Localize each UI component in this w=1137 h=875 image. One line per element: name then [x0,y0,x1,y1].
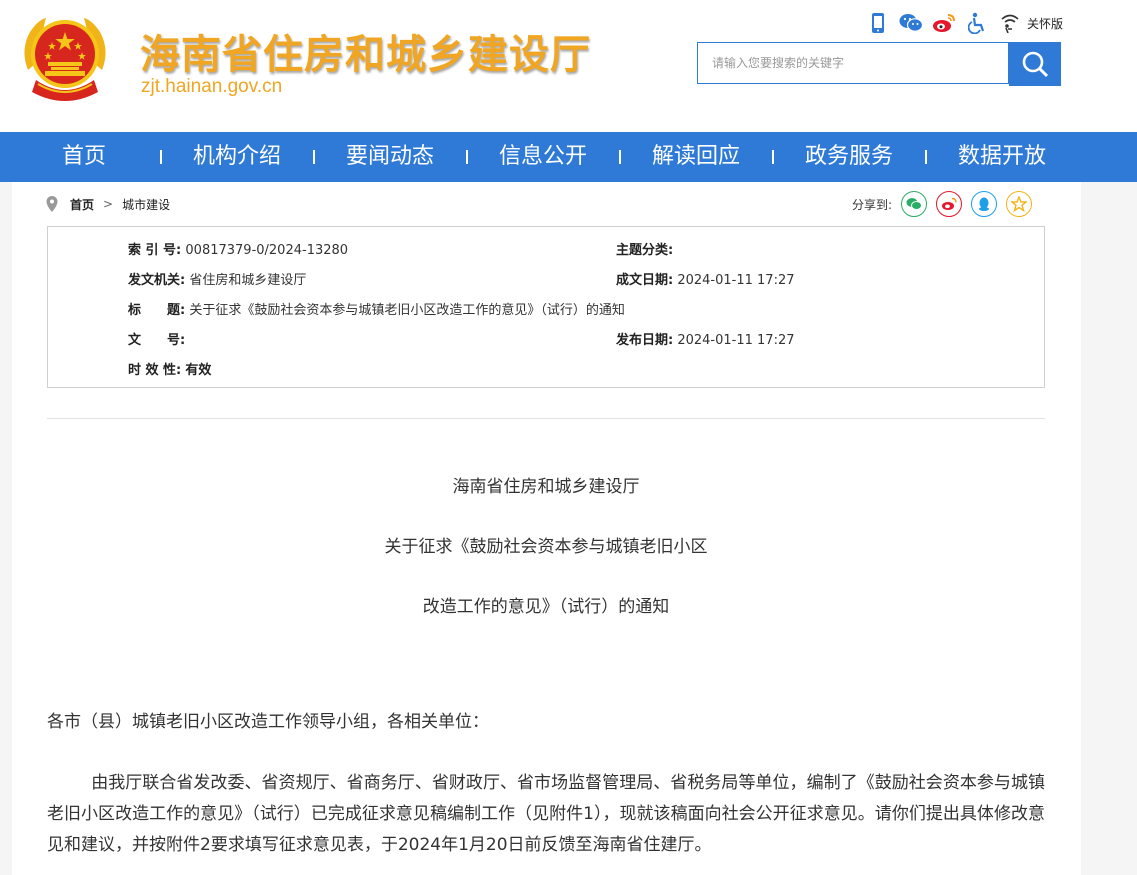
nav-separator [160,150,162,164]
search-icon [1022,51,1049,78]
share-qq-icon[interactable] [971,191,998,217]
meta-created-row: 成文日期: 2024-01-11 17:27 [616,269,795,288]
share-favorite-icon[interactable] [1006,191,1033,217]
doc-title-line-1: 关于征求《鼓励社会资本参与城镇老旧小区 [384,537,708,557]
meta-category-row: 主题分类: [616,239,673,258]
nav-disclosure[interactable]: 信息公开 [499,132,587,182]
nav-news[interactable]: 要闻动态 [346,132,434,182]
document-metadata-table: 索 引 号: 00817379-0/2024-13280 主题分类: 发文机关:… [47,226,1045,388]
elder-care-icon[interactable] [998,11,1022,35]
share-weibo-icon[interactable] [936,191,963,217]
site-title[interactable]: 海南省住房和城乡建设厅 [140,22,591,80]
search-button[interactable] [1009,42,1061,86]
section-divider [47,418,1045,419]
search-box [697,42,1009,84]
breadcrumb-arrow: > [103,197,114,211]
main-nav: 首页 机构介绍 要闻动态 信息公开 解读回应 政务服务 数据开放 [0,132,1137,182]
meta-title-value: 关于征求《鼓励社会资本参与城镇老旧小区改造工作的意见》（试行）的通知 [189,303,625,318]
national-emblem-logo[interactable] [18,10,112,110]
nav-separator [772,150,774,164]
breadcrumb-current[interactable]: 城市建设 [122,196,170,213]
care-mode-link[interactable]: 关怀版 [1027,15,1063,32]
wechat-icon[interactable] [899,11,923,35]
nav-interpretation[interactable]: 解读回应 [652,132,740,182]
search-input[interactable] [710,43,1004,83]
meta-created-label: 成文日期: [616,273,674,288]
doc-body-paragraph: 由我厅联合省发改委、省资规厅、省商务厅、省财政厅、省市场监督管理局、省税务局等单… [47,773,1045,855]
weibo-icon[interactable] [932,11,956,35]
nav-about[interactable]: 机构介绍 [193,132,281,182]
meta-issuer-value: 省住房和城乡建设厅 [189,273,307,288]
meta-docno-label: 文 号: [128,333,186,348]
meta-title-row: 标 题: 关于征求《鼓励社会资本参与城镇老旧小区改造工作的意见》（试行）的通知 [128,299,625,318]
meta-category-label: 主题分类: [616,243,674,258]
meta-published-label: 发布日期: [616,333,674,348]
doc-salutation: 各市（县）城镇老旧小区改造工作领导小组，各相关单位： [47,712,489,732]
top-icon-bar: 关怀版 [866,10,1063,36]
meta-validity-row: 时 效 性: 有效 [128,359,211,378]
meta-index-label: 索 引 号: [128,243,182,258]
nav-separator [313,150,315,164]
site-domain: zjt.hainan.gov.cn [141,76,283,97]
site-header: 海南省住房和城乡建设厅 zjt.hainan.gov.cn 关怀版 [0,0,1137,132]
meta-created-value: 2024-01-11 17:27 [677,273,795,288]
nav-open-data[interactable]: 数据开放 [958,132,1046,182]
phone-icon[interactable] [866,11,890,35]
meta-validity-value: 有效 [185,363,212,378]
meta-published-row: 发布日期: 2024-01-11 17:27 [616,329,795,348]
breadcrumb: 首页 > 城市建设 [46,194,170,214]
location-pin-icon [46,196,58,212]
doc-issuing-org: 海南省住房和城乡建设厅 [452,477,640,497]
meta-index-value: 00817379-0/2024-13280 [185,243,349,258]
nav-home[interactable]: 首页 [62,132,106,182]
nav-separator [925,150,927,164]
meta-index-row: 索 引 号: 00817379-0/2024-13280 [128,239,348,258]
meta-issuer-row: 发文机关: 省住房和城乡建设厅 [128,269,306,288]
nav-services[interactable]: 政务服务 [805,132,893,182]
meta-validity-label: 时 效 性: [128,363,182,378]
meta-docno-row: 文 号: [128,329,185,348]
nav-separator [466,150,468,164]
share-label: 分享到: [852,197,893,212]
share-wechat-icon[interactable] [901,191,928,217]
nav-separator [619,150,621,164]
meta-title-label: 标 题: [128,303,186,318]
meta-published-value: 2024-01-11 17:27 [677,333,795,348]
doc-title-line-2: 改造工作的意见》（试行）的通知 [422,597,670,617]
meta-issuer-label: 发文机关: [128,273,186,288]
breadcrumb-home[interactable]: 首页 [70,196,94,213]
share-bar: 分享到: [852,190,1033,218]
accessibility-icon[interactable] [965,11,989,35]
